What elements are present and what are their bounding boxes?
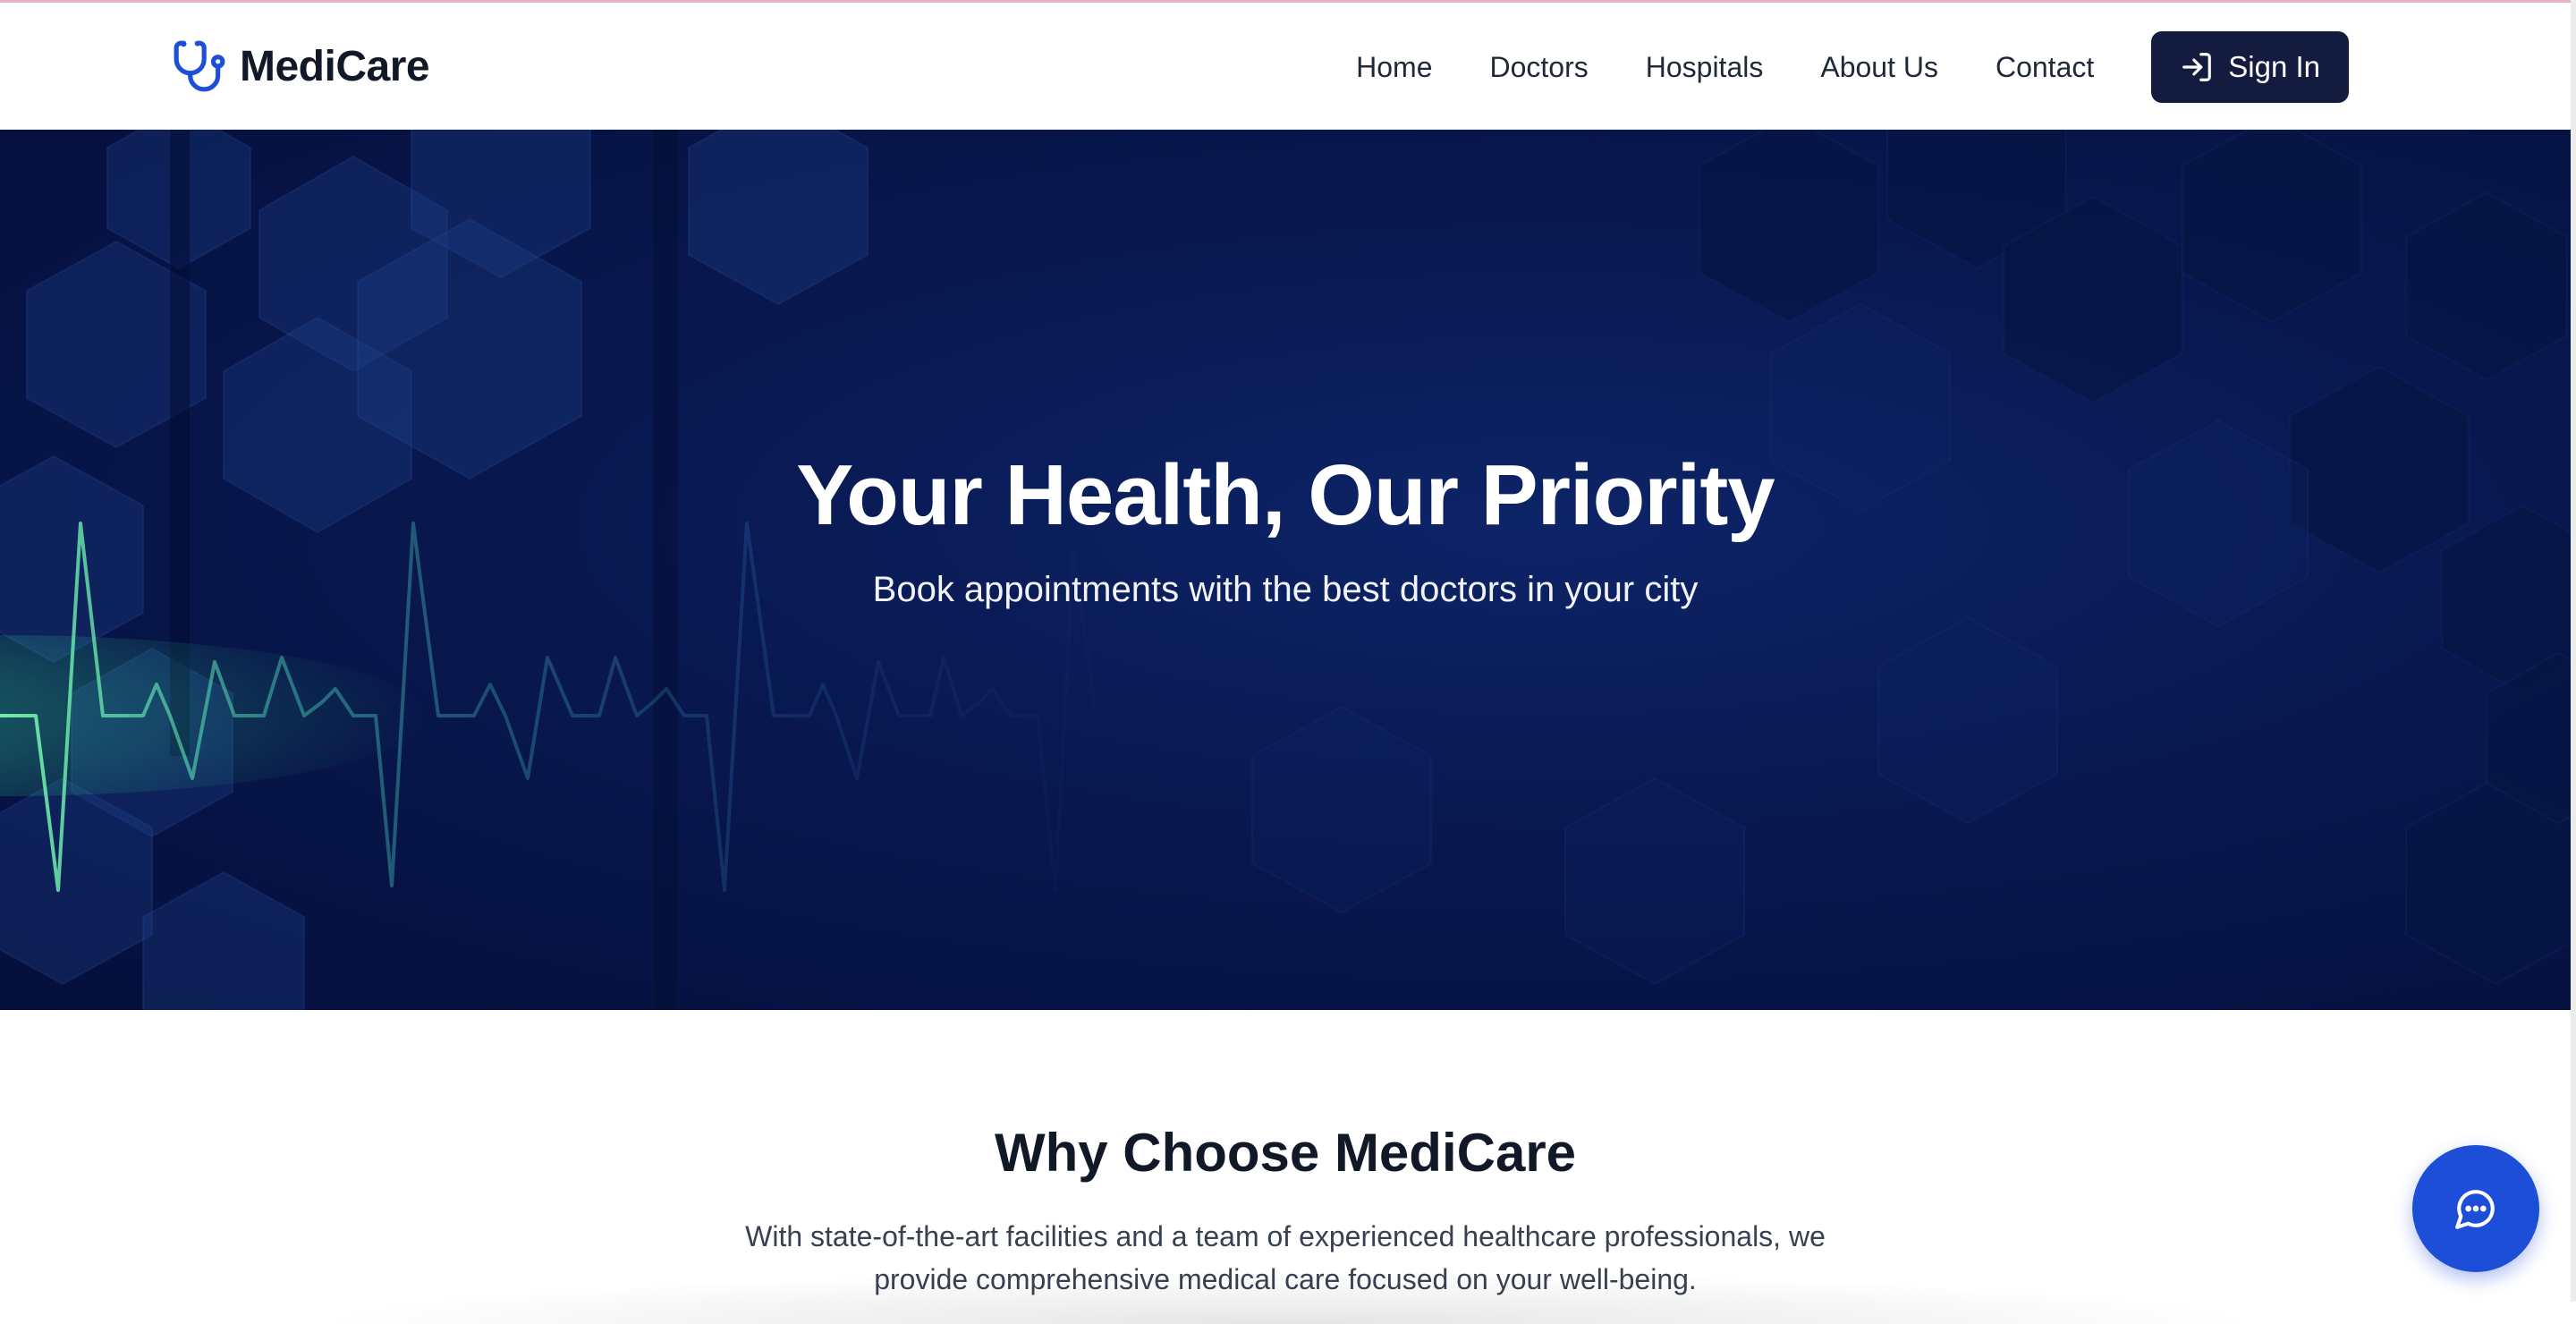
sign-in-label: Sign In [2228, 50, 2320, 83]
nav-link-contact[interactable]: Contact [1996, 51, 2094, 84]
brand-logo[interactable]: MediCare [172, 35, 430, 98]
nav-link-doctors[interactable]: Doctors [1489, 51, 1588, 84]
nav-link-hospitals[interactable]: Hospitals [1646, 51, 1764, 84]
hero-subtitle: Book appointments with the best doctors … [872, 570, 1699, 609]
chat-bubble-icon [2455, 1190, 2495, 1229]
nav-link-home[interactable]: Home [1356, 51, 1432, 84]
sign-in-arrow-icon [2182, 53, 2212, 81]
hero-title: Your Health, Our Priority [796, 447, 1775, 543]
brand-name: MediCare [240, 42, 430, 90]
hero-banner: Your Health, Our Priority Book appointme… [0, 130, 2571, 1010]
chat-button[interactable] [2412, 1145, 2539, 1272]
page-scrollbar[interactable] [2571, 0, 2576, 1302]
why-choose-title: Why Choose MediCare [994, 1123, 1577, 1183]
navbar: MediCare Home Doctors Hospitals About Us… [0, 3, 2571, 130]
stethoscope-icon [174, 40, 225, 92]
nav-link-about-us[interactable]: About Us [1820, 51, 1938, 84]
nav-links: Home Doctors Hospitals About Us Contact … [1356, 31, 2349, 103]
feature-card-shadow [304, 1270, 2272, 1324]
sign-in-button[interactable]: Sign In [2151, 31, 2349, 103]
